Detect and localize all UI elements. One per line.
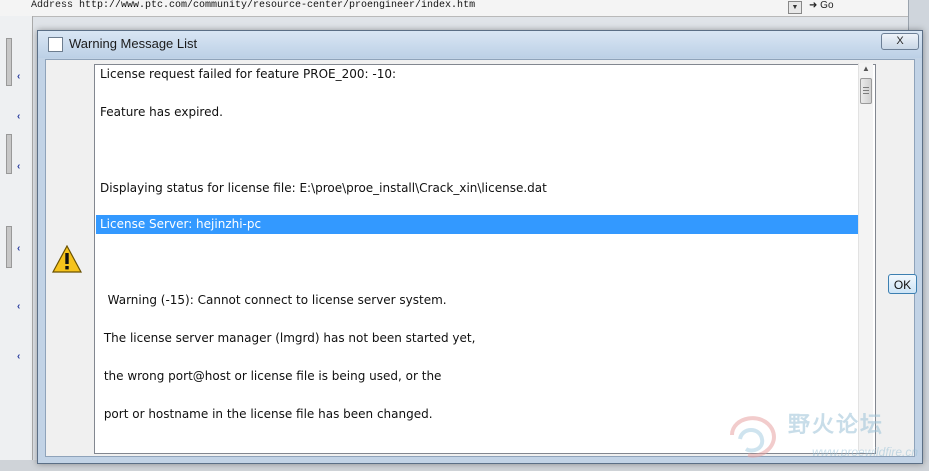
side-scroll-track xyxy=(6,134,12,174)
dialog-title-bar[interactable]: Warning Message List X xyxy=(38,31,922,58)
grip-line xyxy=(863,90,869,91)
go-label: Go xyxy=(820,0,834,11)
message-line[interactable]: port or hostname in the license file has… xyxy=(100,405,433,424)
go-button[interactable]: ➜ Go xyxy=(809,0,834,12)
grip-line xyxy=(863,93,869,94)
address-url-field[interactable]: http://www.ptc.com/community/resource-ce… xyxy=(79,0,475,12)
message-line[interactable]: The license server manager (lmgrd) has n… xyxy=(100,329,476,348)
scroll-thumb[interactable] xyxy=(860,78,872,104)
message-line[interactable]: Warning (-15): Cannot connect to license… xyxy=(100,291,447,310)
chevron-icon: ‹ xyxy=(17,351,21,362)
chevron-icon: ‹ xyxy=(17,243,21,254)
message-line[interactable]: Displaying status for license file: E:\p… xyxy=(100,179,547,198)
ok-button[interactable]: OK xyxy=(888,274,917,294)
browser-address-bar: Address http://www.ptc.com/community/res… xyxy=(0,0,929,17)
browser-side-panel: ‹ ‹ ‹ ‹ ‹ ‹ xyxy=(0,16,33,471)
close-button[interactable]: X xyxy=(881,33,919,50)
chevron-icon: ‹ xyxy=(17,161,21,172)
chevron-icon: ‹ xyxy=(17,71,21,82)
watermark-url: www.proewildfire.cn xyxy=(812,445,919,459)
watermark-logo-icon xyxy=(730,416,776,458)
watermark-text: 野火论坛 xyxy=(788,413,885,438)
chevron-icon: ‹ xyxy=(17,111,21,122)
vertical-scrollbar[interactable]: ▲ xyxy=(858,63,873,451)
address-dropdown-icon[interactable]: ▼ xyxy=(788,1,802,14)
side-scroll-track xyxy=(6,226,12,268)
scroll-up-arrow-icon[interactable]: ▲ xyxy=(860,63,872,75)
message-line[interactable]: Feature has expired. xyxy=(100,103,223,122)
message-line-selected[interactable]: License Server: hejinzhi-pc xyxy=(100,215,261,234)
side-scroll-track xyxy=(6,38,12,86)
warning-triangle-icon xyxy=(52,245,82,273)
dialog-title: Warning Message List xyxy=(69,36,198,51)
message-line[interactable]: the wrong port@host or license file is b… xyxy=(100,367,442,386)
chevron-icon: ‹ xyxy=(17,301,21,312)
watermark: 野火论坛 www.proewildfire.cn xyxy=(722,405,922,467)
address-label: Address xyxy=(31,0,74,11)
message-line[interactable]: License request failed for feature PROE_… xyxy=(100,65,396,84)
dialog-body: License request failed for feature PROE_… xyxy=(45,59,917,457)
message-list[interactable]: License request failed for feature PROE_… xyxy=(94,64,876,454)
window-icon xyxy=(48,37,63,52)
grip-line xyxy=(863,87,869,88)
warning-message-dialog: Warning Message List X License request f… xyxy=(37,30,923,464)
